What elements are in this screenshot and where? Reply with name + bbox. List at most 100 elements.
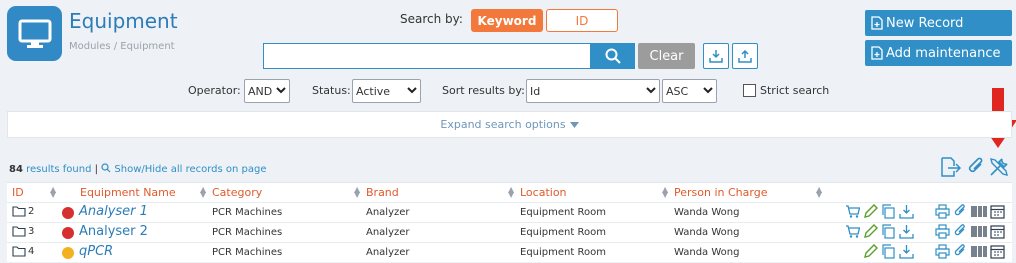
row-actions xyxy=(845,224,914,239)
strict-search-checkbox[interactable] xyxy=(743,84,756,97)
print-icon[interactable] xyxy=(935,224,950,239)
calendar-icon[interactable] xyxy=(990,244,1005,259)
clear-button[interactable]: Clear xyxy=(638,43,695,69)
equipment-name-link[interactable]: qPCR xyxy=(79,244,113,259)
row-id[interactable]: 4 xyxy=(12,246,34,257)
chevron-down-icon xyxy=(276,87,286,94)
new-record-label: New Record xyxy=(886,15,964,31)
status-select[interactable]: Active xyxy=(352,79,421,103)
file-plus-icon xyxy=(871,46,883,60)
chevron-down-icon xyxy=(646,87,656,94)
upload-button[interactable] xyxy=(732,43,758,69)
col-brand[interactable]: Brand xyxy=(366,186,399,199)
edit-pencil-icon[interactable] xyxy=(863,204,878,219)
brand-cell: Analyzer xyxy=(366,227,410,238)
download-icon[interactable] xyxy=(899,224,914,239)
table-row[interactable]: 2 Analyser 1 PCR Machines Analyzer Equip… xyxy=(7,202,1012,222)
show-hide-all-link[interactable]: Show/Hide all records on page xyxy=(114,164,266,175)
copy-icon[interactable] xyxy=(881,244,896,259)
folder-icon[interactable] xyxy=(12,226,26,237)
sort-value: Id xyxy=(530,84,541,98)
equipment-name-link[interactable]: Analyser 1 xyxy=(79,204,148,219)
add-maintenance-button[interactable]: Add maintenance xyxy=(865,40,1012,66)
order-select[interactable]: ASC xyxy=(662,79,717,103)
keyword-mode-button[interactable]: Keyword xyxy=(471,9,543,32)
expand-search-options[interactable]: Expand search options xyxy=(7,111,1012,138)
sort-icon[interactable]: ▲ ▼ xyxy=(816,186,822,199)
sort-icon[interactable]: ▲ ▼ xyxy=(662,186,668,199)
results-separator: | xyxy=(94,164,99,175)
row-id[interactable]: 2 xyxy=(12,206,34,217)
breadcrumb: Modules / Equipment xyxy=(69,41,175,52)
operator-select[interactable]: AND xyxy=(244,79,290,103)
status-label: Status: xyxy=(312,84,351,97)
row-id[interactable]: 3 xyxy=(12,226,34,237)
sort-icon[interactable]: ▲ ▼ xyxy=(354,186,360,199)
copy-icon[interactable] xyxy=(881,204,896,219)
file-plus-icon xyxy=(871,16,883,30)
category-cell: PCR Machines xyxy=(212,207,283,218)
row-id-text: 2 xyxy=(28,206,35,217)
sort-select[interactable]: Id xyxy=(526,79,660,103)
folder-icon[interactable] xyxy=(12,206,26,217)
download-icon[interactable] xyxy=(899,204,914,219)
location-cell: Equipment Room xyxy=(520,247,606,258)
equipment-name-link[interactable]: Analyser 2 xyxy=(79,224,148,239)
row-actions-secondary xyxy=(935,224,1005,239)
zoom-icon xyxy=(101,163,111,173)
barcode-icon[interactable] xyxy=(971,244,987,259)
col-person-in-charge[interactable]: Person in Charge xyxy=(674,186,767,199)
calendar-icon[interactable] xyxy=(990,224,1005,239)
chevron-down-icon xyxy=(703,87,713,94)
barcode-icon[interactable] xyxy=(971,204,987,219)
print-icon[interactable] xyxy=(935,244,950,259)
location-cell: Equipment Room xyxy=(520,227,606,238)
sort-icon[interactable]: ▲ ▼ xyxy=(50,186,56,199)
operator-value: AND xyxy=(248,84,273,98)
cart-icon[interactable] xyxy=(845,224,860,239)
download-icon[interactable] xyxy=(899,244,914,259)
edit-pencil-icon[interactable] xyxy=(863,244,878,259)
status-dot xyxy=(62,227,74,239)
col-equipment-name[interactable]: Equipment Name xyxy=(80,186,176,199)
col-id[interactable]: ID xyxy=(12,186,24,199)
sort-label: Sort results by: xyxy=(442,84,525,97)
paperclip-icon[interactable] xyxy=(953,244,968,259)
copy-icon[interactable] xyxy=(881,224,896,239)
barcode-icon[interactable] xyxy=(971,224,987,239)
print-icon[interactable] xyxy=(935,204,950,219)
export-icon[interactable] xyxy=(939,156,961,178)
folder-icon[interactable] xyxy=(12,246,26,257)
add-maintenance-label: Add maintenance xyxy=(886,45,1001,61)
tools-icon[interactable] xyxy=(988,156,1010,178)
col-category[interactable]: Category xyxy=(212,186,262,199)
search-input[interactable] xyxy=(263,43,591,69)
strict-search-label: Strict search xyxy=(760,84,830,97)
equipment-logo-icon xyxy=(7,6,62,61)
row-actions xyxy=(845,204,914,219)
results-summary: 84 results found | Show/Hide all records… xyxy=(9,163,267,175)
download-button[interactable] xyxy=(703,43,729,69)
paperclip-icon[interactable] xyxy=(966,156,986,178)
id-mode-button[interactable]: ID xyxy=(546,9,618,32)
paperclip-icon[interactable] xyxy=(953,224,968,239)
search-button[interactable] xyxy=(591,43,635,69)
location-cell: Equipment Room xyxy=(520,207,606,218)
person-cell: Wanda Wong xyxy=(674,227,740,238)
col-location[interactable]: Location xyxy=(520,186,567,199)
results-count: 84 xyxy=(9,164,23,175)
category-cell: PCR Machines xyxy=(212,247,283,258)
table-row[interactable]: 4 qPCR PCR Machines Analyzer Equipment R… xyxy=(7,242,1012,262)
brand-cell: Analyzer xyxy=(366,207,410,218)
edit-pencil-icon[interactable] xyxy=(863,224,878,239)
table-row[interactable]: 3 Analyser 2 PCR Machines Analyzer Equip… xyxy=(7,222,1012,242)
page-title: Equipment xyxy=(69,9,178,33)
row-actions xyxy=(845,244,914,259)
results-found-text: results found xyxy=(26,164,92,175)
paperclip-icon[interactable] xyxy=(953,204,968,219)
sort-icon[interactable]: ▲ ▼ xyxy=(200,186,206,199)
sort-icon[interactable]: ▲ ▼ xyxy=(508,186,514,199)
new-record-button[interactable]: New Record xyxy=(865,10,1012,36)
calendar-icon[interactable] xyxy=(990,204,1005,219)
cart-icon[interactable] xyxy=(845,204,860,219)
